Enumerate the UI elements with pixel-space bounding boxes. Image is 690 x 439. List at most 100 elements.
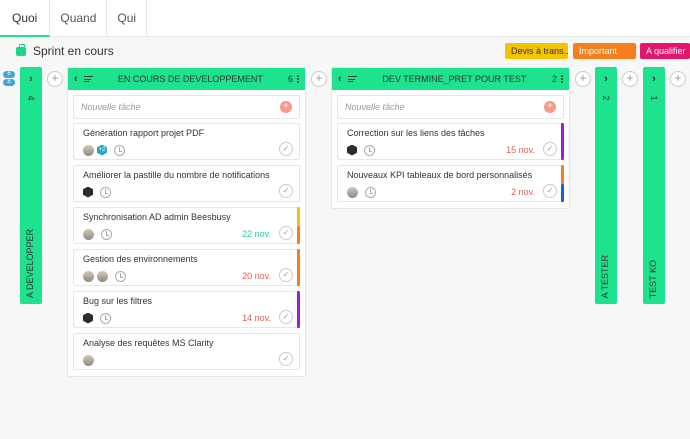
task-title: Synchronisation AD admin Beesbusy [83, 212, 231, 222]
tab-quoi[interactable]: Quoi [0, 0, 51, 37]
collapsed-column-a-developper[interactable]: › 4 A DEVELOPPER [20, 67, 42, 304]
task-card[interactable]: Nouveaux KPI tableaux de bord personnali… [337, 165, 564, 202]
chevron-left-icon[interactable]: ‹ [338, 73, 342, 85]
sprint-header: Sprint en cours [16, 43, 114, 58]
task-title: Gestion des environnements [83, 254, 198, 264]
avatar[interactable] [83, 312, 93, 324]
complete-check-icon[interactable]: ✓ [279, 142, 293, 156]
complete-check-icon[interactable]: ✓ [279, 184, 293, 198]
collapsed-column-test-ko[interactable]: › 1 TEST KO [643, 67, 665, 304]
tag-important[interactable]: Important [573, 43, 636, 59]
column-label: A DEVELOPPER [25, 228, 35, 298]
complete-check-icon[interactable]: ✓ [279, 352, 293, 366]
tag-stripe [561, 123, 564, 160]
due-date: 22 nov. [242, 229, 271, 239]
more-icon[interactable] [297, 74, 299, 84]
add-column-button[interactable]: + [311, 71, 327, 87]
column-title: DEV TERMINE_PRET POUR TEST [382, 74, 527, 84]
avatar[interactable] [83, 186, 93, 198]
add-column-button[interactable]: + [670, 71, 686, 87]
clock-icon[interactable] [101, 228, 112, 240]
task-title: Nouveaux KPI tableaux de bord personnali… [347, 170, 533, 180]
task-card[interactable]: Bug sur les filtres 14 nov. ✓ [73, 291, 300, 328]
column-label: A TESTER [600, 254, 610, 298]
sort-icon[interactable] [347, 75, 357, 84]
more-assignees-badge[interactable]: +2 [97, 144, 107, 156]
tag-stripe [297, 249, 300, 286]
add-column-button[interactable]: + [575, 71, 591, 87]
tag-stripe [561, 165, 564, 184]
column-count: 4 [26, 95, 36, 101]
add-task-icon[interactable]: + [280, 101, 292, 113]
avatar[interactable] [347, 144, 357, 156]
complete-check-icon[interactable]: ✓ [543, 142, 557, 156]
side-badge[interactable]: 6 [3, 71, 15, 78]
task-card[interactable]: Gestion des environnements 20 nov. ✓ [73, 249, 300, 286]
task-title: Améliorer la pastille du nombre de notif… [83, 170, 270, 180]
column-title: EN COURS DE DEVELOPPEMENT [117, 74, 263, 84]
column-count: 6 [287, 74, 293, 84]
side-badge[interactable]: 8 [3, 79, 15, 86]
side-badges: 6 8 [3, 71, 15, 87]
due-date: 20 nov. [242, 271, 271, 281]
clock-icon[interactable] [115, 270, 126, 282]
task-card[interactable]: Synchronisation AD admin Beesbusy 22 nov.… [73, 207, 300, 244]
column-dev-termine: ‹ DEV TERMINE_PRET POUR TEST 2 Nouvelle … [331, 67, 570, 209]
collapsed-column-a-tester[interactable]: › 2 A TESTER [595, 67, 617, 304]
avatar[interactable] [83, 144, 94, 156]
complete-check-icon[interactable]: ✓ [279, 226, 293, 240]
new-task-placeholder: Nouvelle tâche [81, 102, 141, 112]
task-meta [347, 144, 375, 156]
task-title: Bug sur les filtres [83, 296, 153, 306]
task-card[interactable]: Génération rapport projet PDF +2 ✓ [73, 123, 300, 160]
column-label: TEST KO [648, 259, 658, 298]
chevron-right-icon[interactable]: › [643, 73, 665, 85]
add-column-button[interactable]: + [47, 71, 63, 87]
avatar[interactable] [347, 186, 358, 198]
avatar[interactable] [83, 228, 94, 240]
view-tabs: Quoi Quand Qui [0, 0, 690, 37]
sort-icon[interactable] [83, 75, 93, 84]
task-meta [83, 312, 111, 324]
due-date: 14 nov. [242, 313, 271, 323]
due-date: 15 nov. [506, 145, 535, 155]
chevron-right-icon[interactable]: › [20, 73, 42, 85]
complete-check-icon[interactable]: ✓ [279, 268, 293, 282]
task-card[interactable]: Correction sur les liens des tâches 15 no… [337, 123, 564, 160]
clock-icon[interactable] [365, 186, 376, 198]
chevron-left-icon[interactable]: ‹ [74, 73, 78, 85]
task-title: Génération rapport projet PDF [83, 128, 205, 138]
briefcase-icon [16, 43, 26, 56]
new-task-input[interactable]: Nouvelle tâche + [337, 95, 564, 119]
column-en-cours: ‹ EN COURS DE DEVELOPPEMENT 6 Nouvelle t… [67, 67, 306, 377]
column-header: ‹ EN COURS DE DEVELOPPEMENT 6 [68, 68, 305, 90]
clock-icon[interactable] [364, 144, 375, 156]
task-meta [347, 186, 376, 198]
tag-stripe [297, 225, 300, 244]
complete-check-icon[interactable]: ✓ [279, 310, 293, 324]
more-icon[interactable] [561, 74, 563, 84]
add-task-icon[interactable]: + [544, 101, 556, 113]
task-meta [83, 354, 94, 366]
avatar[interactable] [83, 270, 94, 282]
tag-devis[interactable]: Devis à trans... [505, 43, 568, 59]
complete-check-icon[interactable]: ✓ [543, 184, 557, 198]
task-meta [83, 228, 112, 240]
chevron-right-icon[interactable]: › [595, 73, 617, 85]
column-count: 2 [551, 74, 557, 84]
task-meta [83, 186, 111, 198]
task-card[interactable]: Améliorer la pastille du nombre de notif… [73, 165, 300, 202]
clock-icon[interactable] [114, 144, 125, 156]
tab-qui[interactable]: Qui [107, 0, 148, 37]
avatar[interactable] [97, 270, 108, 282]
tag-a-qualifier[interactable]: A qualifier [640, 43, 690, 59]
avatar[interactable] [83, 354, 94, 366]
column-count: 1 [649, 95, 659, 101]
clock-icon[interactable] [100, 186, 111, 198]
task-card[interactable]: Analyse des requêtes MS Clarity ✓ [73, 333, 300, 370]
column-header: ‹ DEV TERMINE_PRET POUR TEST 2 [332, 68, 569, 90]
add-column-button[interactable]: + [622, 71, 638, 87]
new-task-input[interactable]: Nouvelle tâche + [73, 95, 300, 119]
clock-icon[interactable] [100, 312, 111, 324]
tab-quand[interactable]: Quand [50, 0, 108, 37]
